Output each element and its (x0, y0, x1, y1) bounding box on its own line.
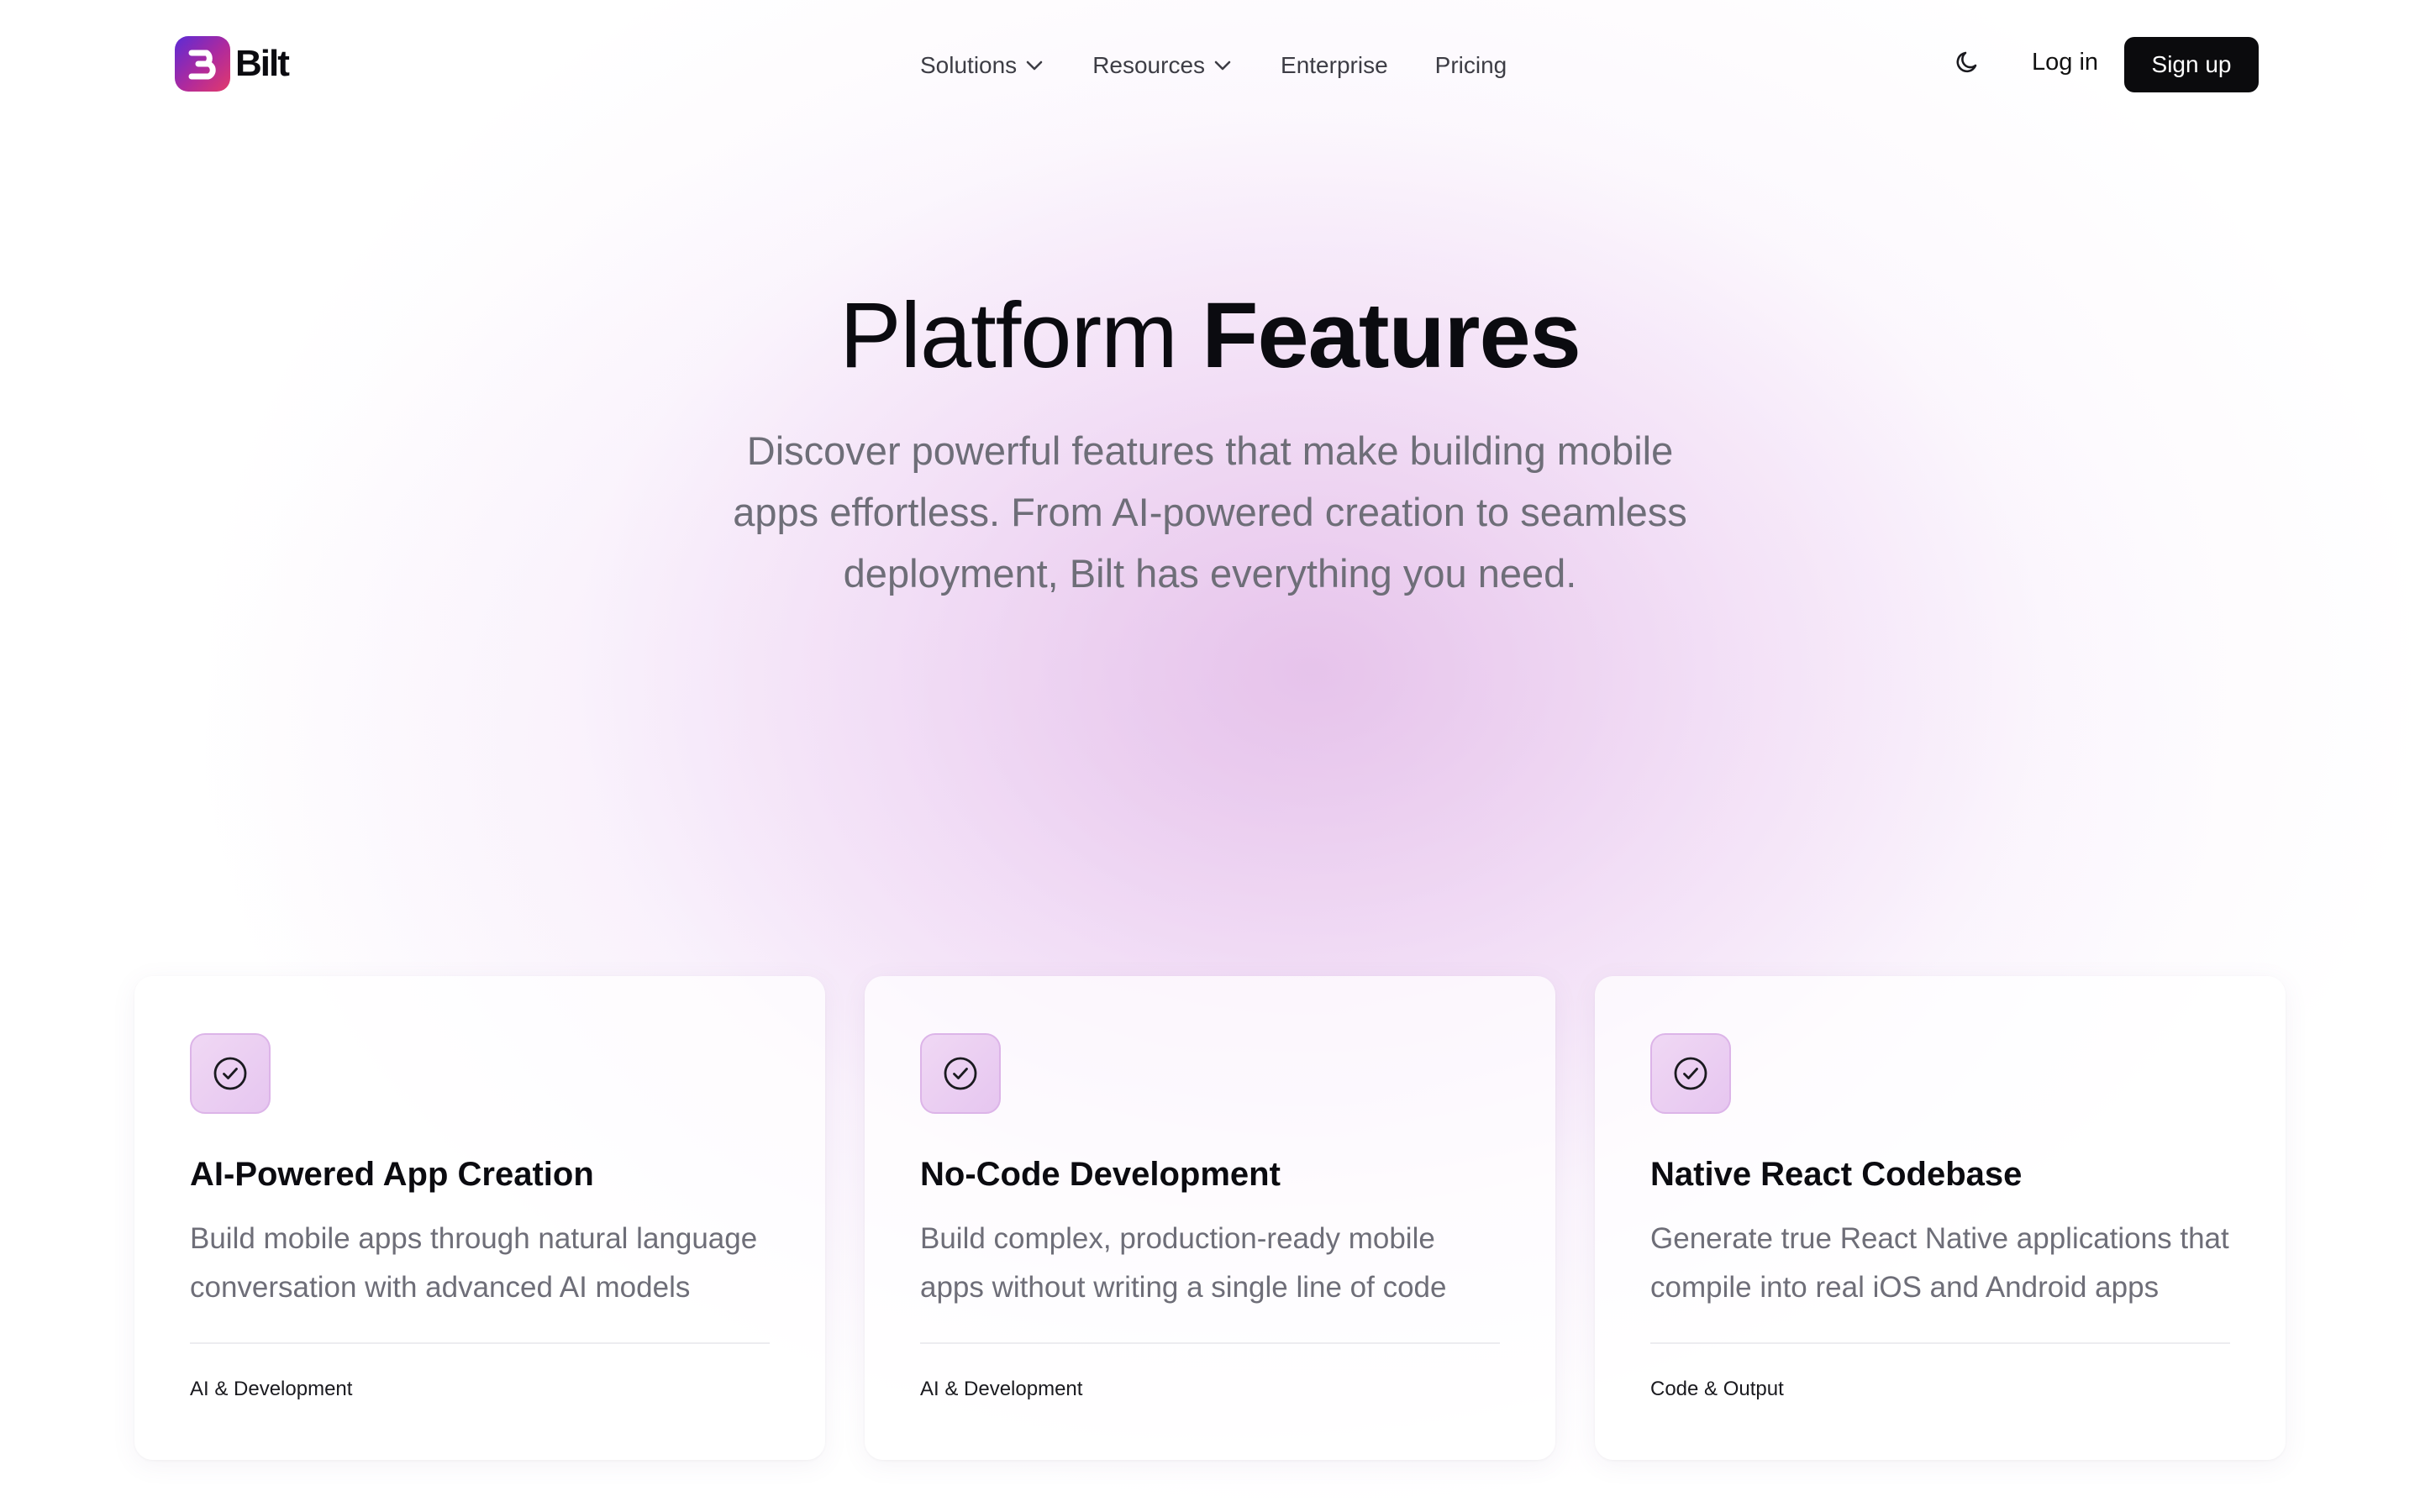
bilt-logo-icon (175, 36, 230, 92)
chevron-down-icon (1025, 60, 1044, 71)
card-description: Generate true React Native applications … (1650, 1222, 2229, 1304)
card-divider (1650, 1342, 2230, 1344)
page-title: Platform Features (0, 284, 2420, 388)
logo-wordmark: Bilt (235, 43, 290, 84)
feature-card-ai-creation[interactable]: AI-Powered App Creation Build mobile app… (134, 976, 825, 1460)
chevron-down-icon (1213, 60, 1232, 71)
card-category: AI & Development (920, 1378, 1083, 1400)
feature-card-no-code[interactable]: No-Code Development Build complex, produ… (865, 976, 1555, 1460)
nav-solutions-label: Solutions (920, 52, 1018, 78)
card-description: Build mobile apps through natural langua… (190, 1222, 758, 1304)
card-description: Build complex, production-ready mobile a… (920, 1222, 1447, 1304)
nav-pricing-label: Pricing (1434, 52, 1507, 78)
card-title: No-Code Development (920, 1156, 1281, 1193)
nav-resources-label: Resources (1092, 52, 1206, 78)
moon-icon (1954, 48, 1982, 81)
brand-logo[interactable]: Bilt (175, 36, 290, 92)
card-category: Code & Output (1650, 1378, 1784, 1400)
primary-nav: Solutions Resources Enterprise Pricing (920, 47, 1507, 84)
feature-card-react-codebase[interactable]: Native React Codebase Generate true Reac… (1595, 976, 2286, 1460)
card-title: Native React Codebase (1650, 1156, 2023, 1193)
check-circle-icon (1650, 1033, 1731, 1114)
title-regular: Platform (839, 284, 1178, 387)
login-link[interactable]: Log in (2032, 49, 2098, 76)
theme-toggle-button[interactable] (1951, 47, 1985, 81)
hero-subtitle: Discover powerful features that make bui… (733, 428, 1687, 596)
card-divider (190, 1342, 770, 1344)
card-category: AI & Development (190, 1378, 353, 1400)
feature-cards: AI-Powered App Creation Build mobile app… (134, 976, 2286, 1460)
title-bold: Features (1202, 284, 1581, 387)
nav-solutions[interactable]: Solutions (920, 52, 1044, 79)
check-circle-icon (190, 1033, 271, 1114)
nav-enterprise-label: Enterprise (1281, 52, 1388, 78)
nav-enterprise[interactable]: Enterprise (1281, 52, 1388, 79)
nav-pricing[interactable]: Pricing (1435, 52, 1507, 79)
card-divider (920, 1342, 1500, 1344)
nav-resources[interactable]: Resources (1092, 52, 1232, 79)
card-title: AI-Powered App Creation (190, 1156, 594, 1193)
page: Bilt Solutions Resources Enterprise Pric… (0, 0, 2420, 1512)
top-navigation: Bilt Solutions Resources Enterprise Pric… (0, 0, 2420, 129)
signup-button[interactable]: Sign up (2124, 37, 2259, 92)
check-circle-icon (920, 1033, 1001, 1114)
